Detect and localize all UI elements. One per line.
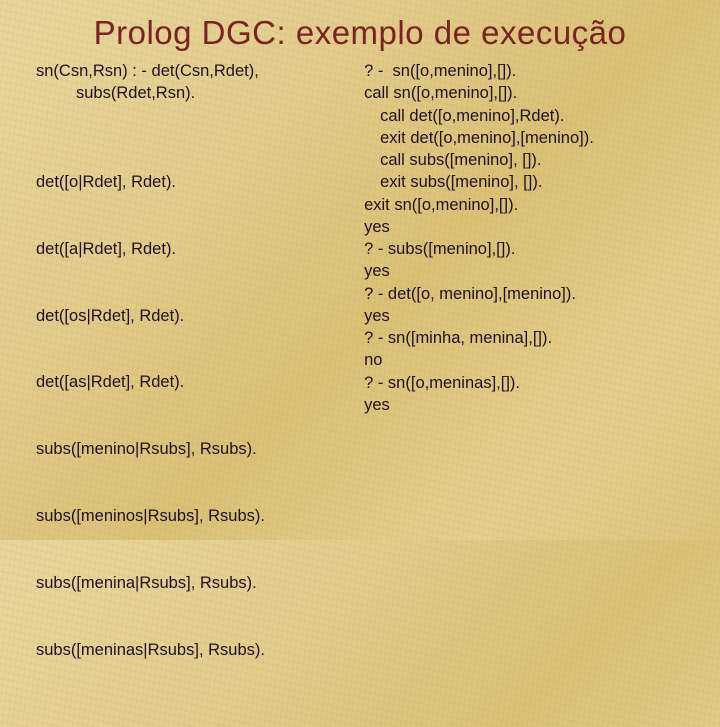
rule-line: sn(Csn,Rsn) : - det(Csn,Rdet), <box>36 60 352 82</box>
trace-line: ? - sn([o,menino],[]). <box>364 60 696 82</box>
trace-line: call subs([menino], []). <box>364 149 696 171</box>
trace-line: exit sn([o,menino],[]). <box>364 194 696 216</box>
trace-line: call sn([o,menino],[]). <box>364 82 696 104</box>
trace-line: ? - det([o, menino],[menino]). <box>364 283 696 305</box>
left-column: sn(Csn,Rsn) : - det(Csn,Rdet),subs(Rdet,… <box>36 60 352 727</box>
rule-block: sn(Csn,Rsn) : - det(Csn,Rdet),subs(Rdet,… <box>36 60 352 105</box>
trace-line: ? - subs([menino],[]). <box>364 238 696 260</box>
facts-block: det([o|Rdet], Rdet). det([a|Rdet], Rdet)… <box>36 127 352 706</box>
trace-line: exit subs([menino], []). <box>364 171 696 193</box>
trace-line: yes <box>364 305 696 327</box>
fact-line: det([o|Rdet], Rdet). <box>36 171 352 193</box>
trace-line: yes <box>364 216 696 238</box>
rule-line: subs(Rdet,Rsn). <box>36 82 352 104</box>
trace-line: ? - sn([minha, menina],[]). <box>364 327 696 349</box>
fact-line: det([os|Rdet], Rdet). <box>36 305 352 327</box>
trace-block: ? - sn([o,menino],[]).call sn([o,menino]… <box>364 60 696 416</box>
trace-line: no <box>364 349 696 371</box>
trace-line: ? - sn([o,meninas],[]). <box>364 372 696 394</box>
trace-line: exit det([o,menino],[menino]). <box>364 127 696 149</box>
fact-line: det([as|Rdet], Rdet). <box>36 371 352 393</box>
trace-line: yes <box>364 260 696 282</box>
fact-line: subs([meninos|Rsubs], Rsubs). <box>36 505 352 527</box>
trace-line: call det([o,menino],Rdet). <box>364 105 696 127</box>
fact-line: subs([menina|Rsubs], Rsubs). <box>36 572 352 594</box>
trace-line: yes <box>364 394 696 416</box>
fact-line: det([a|Rdet], Rdet). <box>36 238 352 260</box>
right-column: ? - sn([o,menino],[]).call sn([o,menino]… <box>364 60 696 727</box>
content-columns: sn(Csn,Rsn) : - det(Csn,Rdet),subs(Rdet,… <box>0 52 720 727</box>
fact-line: subs([meninas|Rsubs], Rsubs). <box>36 639 352 661</box>
slide-title: Prolog DGC: exemplo de execução <box>0 0 720 52</box>
fact-line: subs([menino|Rsubs], Rsubs). <box>36 438 352 460</box>
